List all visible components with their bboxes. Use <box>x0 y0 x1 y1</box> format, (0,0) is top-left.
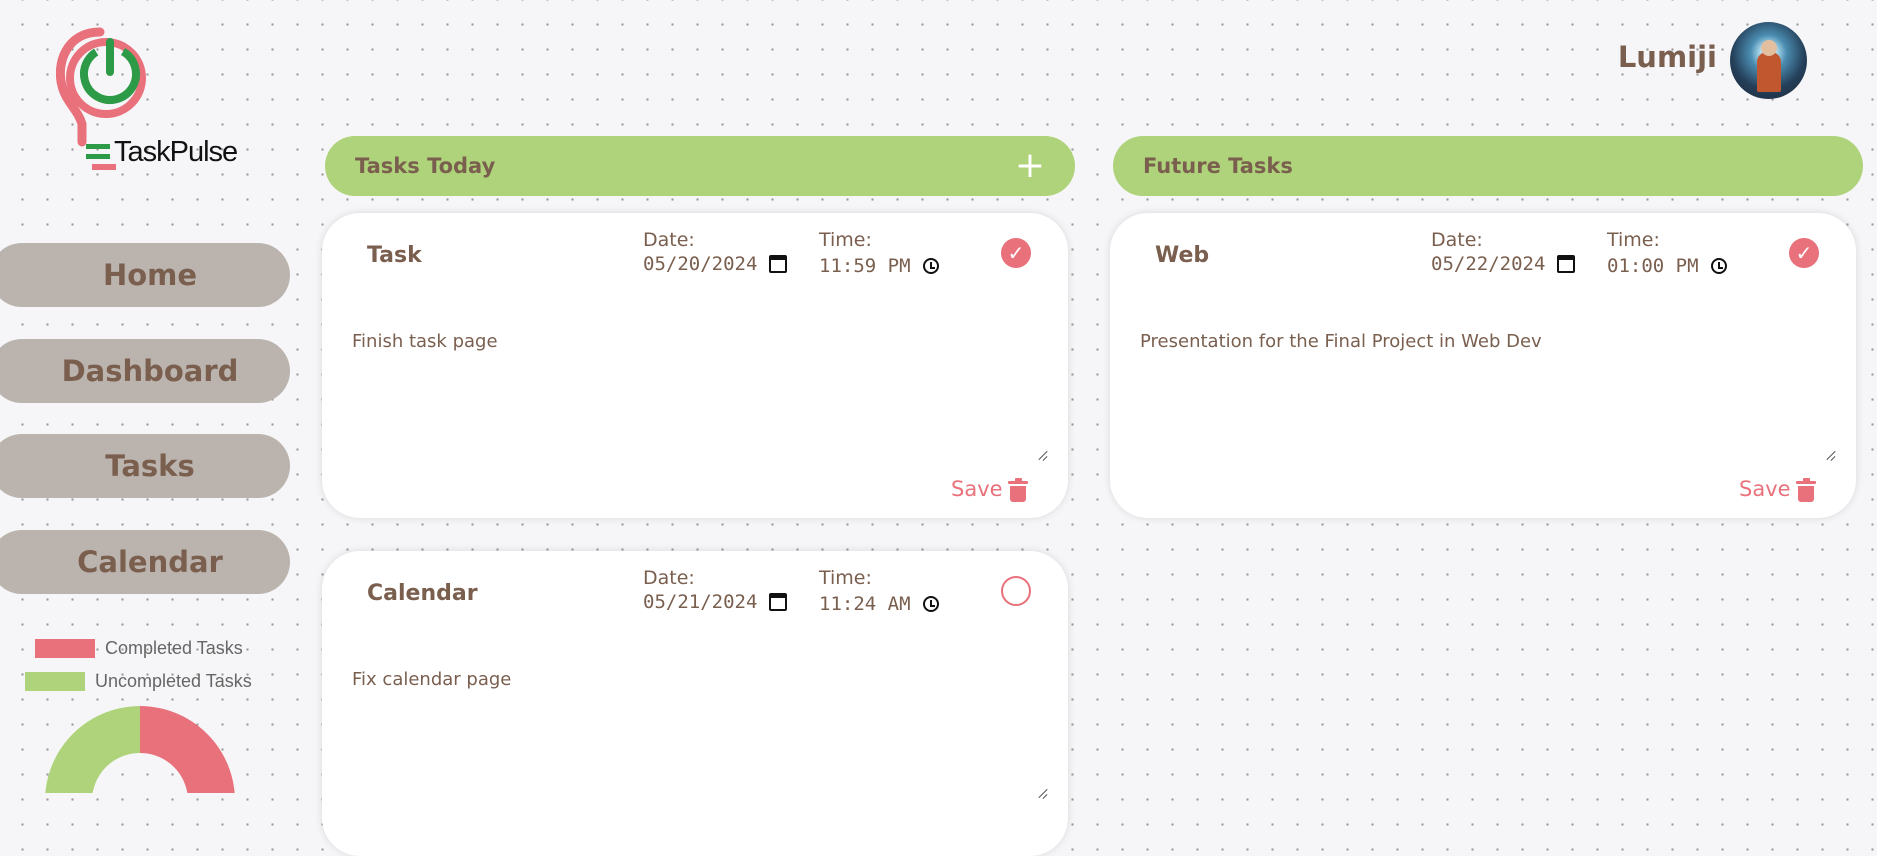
clock-icon[interactable] <box>1710 258 1727 274</box>
resize-handle-icon[interactable] <box>1035 448 1047 460</box>
task-description[interactable]: Fix calendar page <box>352 669 511 690</box>
task-title[interactable]: Web <box>1155 243 1209 268</box>
user-name: Lumiji <box>1617 40 1717 74</box>
trash-bin <box>1010 486 1026 502</box>
task-title[interactable]: Task <box>367 243 422 268</box>
time-input[interactable]: 11:24 AM <box>819 593 939 615</box>
date-value: 05/21/2024 <box>643 591 758 613</box>
time-value: 01:00 PM <box>1607 255 1699 277</box>
task-card: Task Date: 05/20/2024 Time: 11:59 PM ✓ F… <box>322 213 1068 518</box>
nav-home[interactable]: Home <box>0 243 290 307</box>
task-completion-chart <box>45 706 235 793</box>
date-input[interactable]: 05/20/2024 <box>643 253 788 275</box>
clock-icon[interactable] <box>922 596 939 612</box>
calendar-icon[interactable] <box>769 593 788 611</box>
avatar-head <box>1761 40 1777 56</box>
trash-icon[interactable] <box>1796 478 1816 502</box>
brand-name: TaskPulse <box>114 136 238 168</box>
task-description[interactable]: Finish task page <box>352 331 498 352</box>
time-label: Time: <box>819 567 872 589</box>
trash-bin <box>1798 486 1814 502</box>
calendar-icon[interactable] <box>1557 255 1576 273</box>
trash-icon[interactable] <box>1008 478 1028 502</box>
date-value: 05/22/2024 <box>1431 253 1546 275</box>
avatar-figure <box>1757 52 1781 92</box>
legend-completed[interactable]: Completed Tasks <box>35 638 243 659</box>
trash-lid <box>1796 481 1816 484</box>
date-label: Date: <box>1431 229 1483 251</box>
nav-calendar[interactable]: Calendar <box>0 530 290 594</box>
date-input[interactable]: 05/21/2024 <box>643 591 788 613</box>
save-button[interactable]: Save <box>1739 477 1791 501</box>
date-label: Date: <box>643 229 695 251</box>
nav-dashboard[interactable]: Dashboard <box>0 339 290 403</box>
donut-slice-uncompleted[interactable] <box>45 706 140 793</box>
time-input[interactable]: 11:59 PM <box>819 255 939 277</box>
time-label: Time: <box>1607 229 1660 251</box>
brand-logo[interactable]: TaskPulse <box>56 24 238 174</box>
plus-icon[interactable]: + <box>1015 148 1045 184</box>
save-button[interactable]: Save <box>951 477 1003 501</box>
legend-label-uncompleted: Uncompleted Tasks <box>95 671 252 691</box>
legend-swatch-completed <box>35 639 95 658</box>
legend-label-completed: Completed Tasks <box>105 638 243 658</box>
user-avatar[interactable] <box>1730 22 1807 99</box>
legend-swatch-uncompleted <box>25 672 85 691</box>
calendar-icon[interactable] <box>769 255 788 273</box>
resize-handle-icon[interactable] <box>1035 786 1047 798</box>
section-title: Tasks Today <box>355 154 496 178</box>
trash-lid <box>1008 481 1028 484</box>
complete-checkbox[interactable] <box>1001 576 1031 606</box>
section-tasks-today: Tasks Today + <box>325 136 1075 196</box>
date-input[interactable]: 05/22/2024 <box>1431 253 1576 275</box>
date-label: Date: <box>643 567 695 589</box>
section-title: Future Tasks <box>1143 154 1293 178</box>
nav-tasks[interactable]: Tasks <box>0 434 290 498</box>
section-future-tasks: Future Tasks <box>1113 136 1863 196</box>
task-card: Calendar Date: 05/21/2024 Time: 11:24 AM… <box>322 551 1068 856</box>
task-card: Web Date: 05/22/2024 Time: 01:00 PM ✓ Pr… <box>1110 213 1856 518</box>
time-value: 11:24 AM <box>819 593 911 615</box>
legend-uncompleted[interactable]: Uncompleted Tasks <box>25 671 252 692</box>
resize-handle-icon[interactable] <box>1823 448 1835 460</box>
date-value: 05/20/2024 <box>643 253 758 275</box>
complete-checkbox[interactable]: ✓ <box>1789 238 1819 268</box>
task-description[interactable]: Presentation for the Final Project in We… <box>1140 331 1542 352</box>
task-title[interactable]: Calendar <box>367 581 478 606</box>
time-label: Time: <box>819 229 872 251</box>
time-input[interactable]: 01:00 PM <box>1607 255 1727 277</box>
clock-icon[interactable] <box>922 258 939 274</box>
time-value: 11:59 PM <box>819 255 911 277</box>
complete-checkbox[interactable]: ✓ <box>1001 238 1031 268</box>
